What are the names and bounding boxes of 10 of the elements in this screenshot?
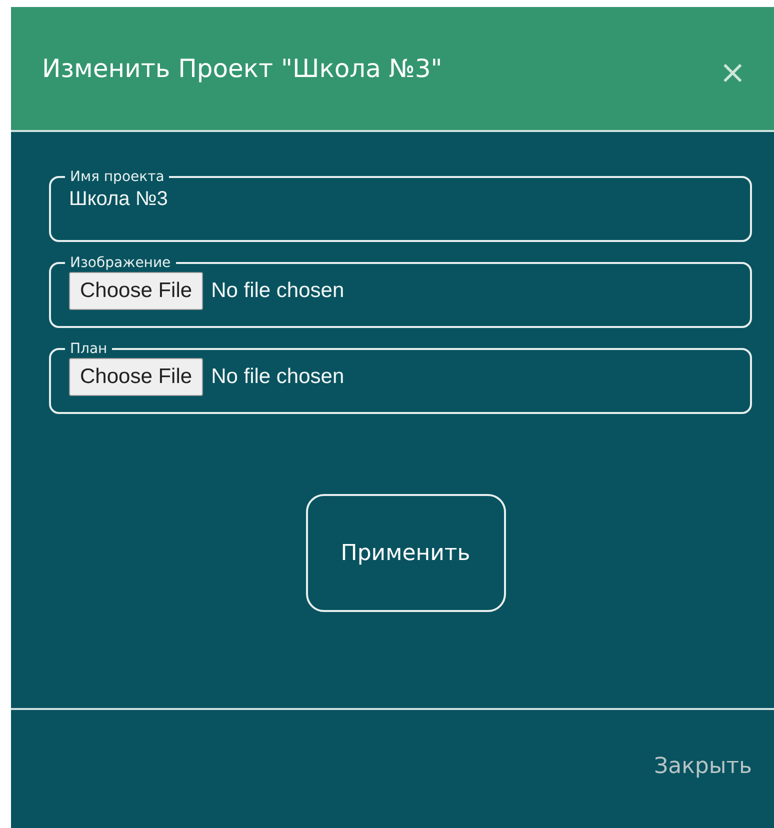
close-link[interactable]: Закрыть: [654, 754, 752, 778]
field-label: Изображение: [69, 256, 172, 270]
file-status: No file chosen: [211, 279, 344, 303]
dialog-title: Изменить Проект "Школа №3": [42, 54, 442, 83]
input-field[interactable]: Имя проекта Школа №3: [49, 170, 752, 242]
field-label: План: [69, 342, 108, 356]
choose-file-button[interactable]: Choose File: [69, 358, 204, 396]
file-status: No file chosen: [211, 365, 344, 389]
choose-file-button[interactable]: Choose File: [69, 272, 204, 310]
apply-button[interactable]: Применить: [306, 494, 506, 612]
